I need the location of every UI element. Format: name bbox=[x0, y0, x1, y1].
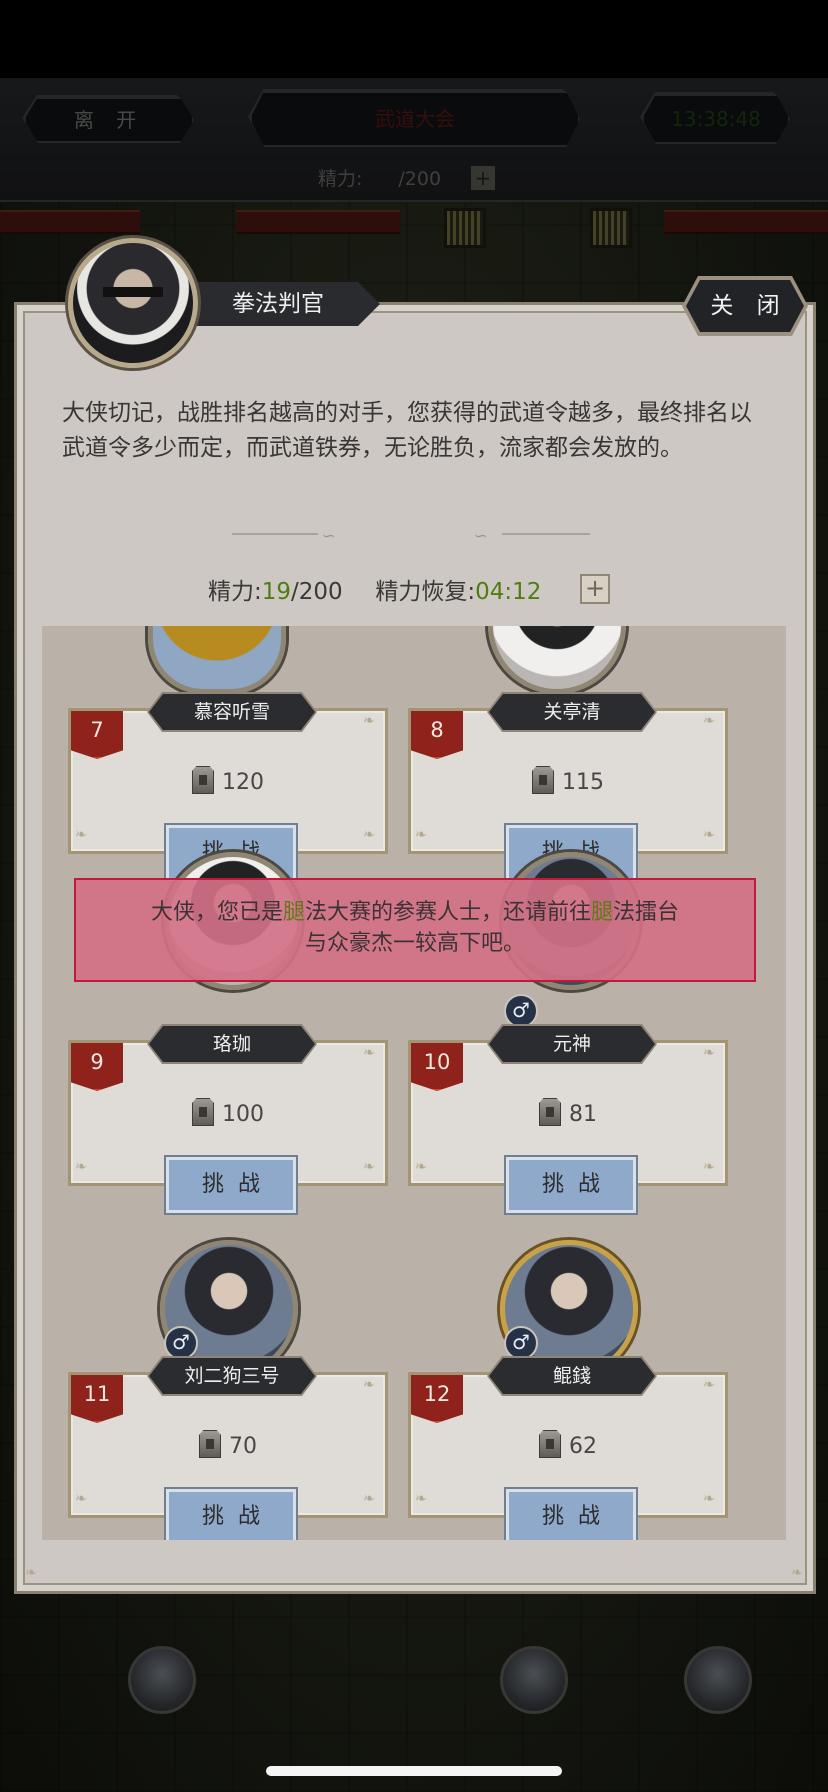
opponent-name: 元神 bbox=[489, 1026, 655, 1062]
rank-badge: 10 bbox=[411, 1043, 463, 1091]
divider bbox=[232, 533, 318, 535]
opponent-name: 珞珈 bbox=[149, 1026, 315, 1062]
male-icon: ♂ bbox=[504, 1326, 538, 1360]
challenge-button[interactable]: 挑战 bbox=[506, 1157, 636, 1213]
wudao-token-icon bbox=[539, 1430, 561, 1458]
divider-ornament-left: ∽ bbox=[322, 526, 336, 545]
recover-label: 精力恢复: bbox=[375, 579, 476, 605]
opponent-avatar bbox=[148, 626, 286, 694]
intro-text: 大侠切记，战胜排名越高的对手，您获得的武道令越多，最终排名以武道令多少而定，而武… bbox=[62, 400, 752, 461]
toast-line-2: 与众豪杰一较高下吧。 bbox=[304, 931, 525, 956]
energy-label: 精力: bbox=[208, 579, 262, 605]
status-bar bbox=[0, 0, 828, 78]
score: 120 bbox=[71, 766, 385, 795]
rank-badge: 12 bbox=[411, 1375, 463, 1423]
blindfold bbox=[103, 287, 163, 297]
male-icon: ♂ bbox=[164, 1326, 198, 1360]
wudao-token-icon bbox=[199, 1430, 221, 1458]
wudao-token-icon bbox=[192, 766, 214, 794]
score: 70 bbox=[71, 1430, 385, 1459]
toast-message: 大侠，您已是腿法大赛的参赛人士，还请前往腿法擂台 与众豪杰一较高下吧。 bbox=[74, 878, 756, 982]
opponent-name: 慕容听雪 bbox=[149, 694, 315, 730]
home-indicator[interactable] bbox=[266, 1766, 562, 1776]
divider bbox=[502, 533, 590, 535]
rank-badge: 9 bbox=[71, 1043, 123, 1091]
judge-name-plate: 拳法判官 bbox=[184, 282, 380, 326]
judge-name: 拳法判官 bbox=[232, 291, 324, 317]
challenge-button[interactable]: 挑战 bbox=[166, 1157, 296, 1213]
rank-badge: 7 bbox=[71, 711, 123, 759]
score: 115 bbox=[411, 766, 725, 795]
challenge-button[interactable]: 挑战 bbox=[506, 1489, 636, 1540]
opponent-name: 关亭清 bbox=[489, 694, 655, 730]
score: 62 bbox=[411, 1430, 725, 1459]
rank-badge: 8 bbox=[411, 711, 463, 759]
score: 81 bbox=[411, 1098, 725, 1127]
judge-portrait bbox=[68, 238, 198, 368]
male-icon: ♂ bbox=[504, 994, 538, 1028]
challenge-button[interactable]: 挑战 bbox=[166, 1489, 296, 1540]
opponent-avatar bbox=[488, 626, 626, 694]
wudao-token-icon bbox=[539, 1098, 561, 1126]
opponent-name: 鲲錢 bbox=[489, 1358, 655, 1394]
recover-time: 04:12 bbox=[475, 579, 542, 605]
energy-max: /200 bbox=[291, 579, 343, 605]
toast-line-1: 大侠，您已是腿法大赛的参赛人士，还请前往腿法擂台 bbox=[150, 900, 680, 925]
energy-row: 精力:19/200 精力恢复:04:12 bbox=[208, 572, 541, 606]
score: 100 bbox=[71, 1098, 385, 1127]
divider-ornament-right: ∽ bbox=[474, 526, 488, 545]
rank-badge: 11 bbox=[71, 1375, 123, 1423]
wudao-token-icon bbox=[532, 766, 554, 794]
close-button[interactable]: 关 闭 bbox=[686, 280, 804, 332]
add-energy-button[interactable]: + bbox=[580, 574, 610, 604]
opponent-list[interactable]: 7 120 ❧❧❧ 8 115 ❧❧❧ 慕容听雪 关亭清 挑战 挑战 ♂ 9 1… bbox=[42, 626, 786, 1540]
wudao-token-icon bbox=[192, 1098, 214, 1126]
energy-current: 19 bbox=[261, 579, 292, 605]
opponent-name: 刘二狗三号 bbox=[149, 1358, 315, 1394]
